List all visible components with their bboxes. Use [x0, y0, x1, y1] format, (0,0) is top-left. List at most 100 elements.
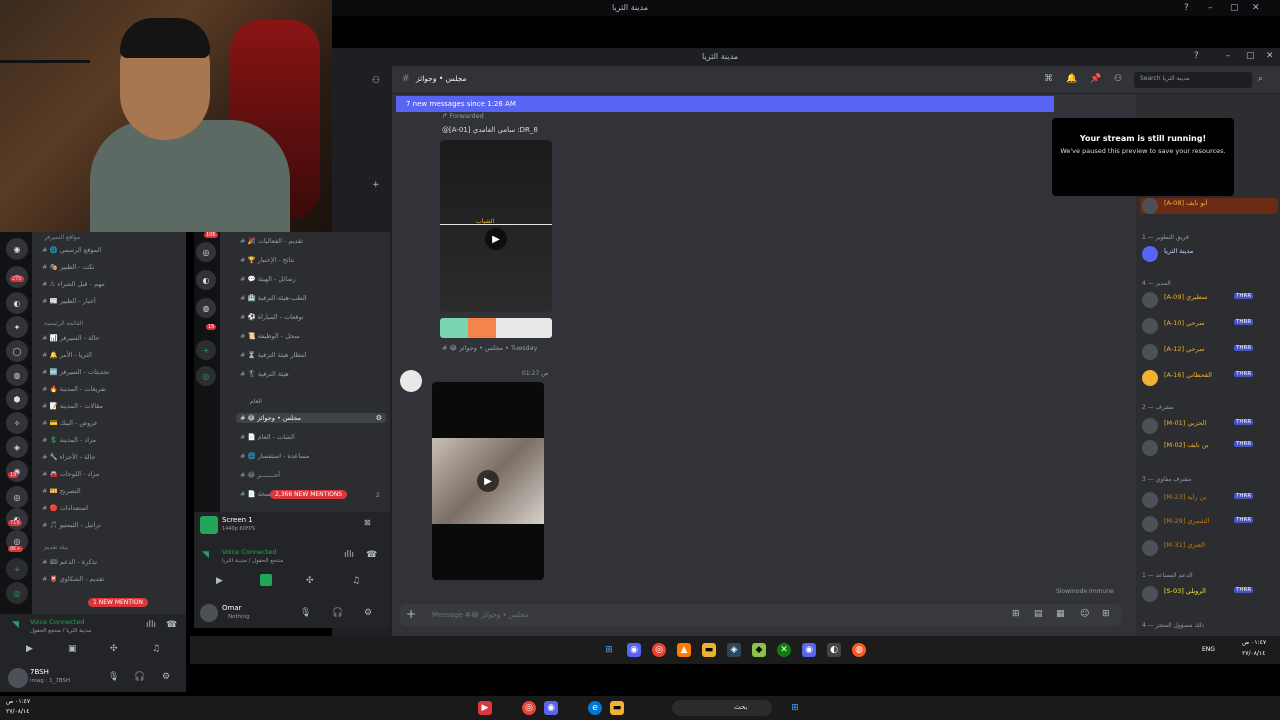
inner-channel-selected[interactable]: # 😂 مجلس • وجوائز ⚙: [236, 413, 386, 423]
folder-icon[interactable]: ▬: [610, 701, 624, 715]
outer-channel-14[interactable]: # 🔴 استعدادات: [42, 504, 172, 512]
message-input[interactable]: + Message #😂 مجلس • وجوائز ⊞ ▤ ▦ ☺ ⊞: [400, 604, 1122, 626]
guild-icon[interactable]: ◯: [6, 340, 28, 362]
outer-new-mention-pill[interactable]: 1 NEW MENTION: [88, 598, 148, 607]
outer-channel-6[interactable]: # 🆕 تحديثات - السيرفر: [42, 368, 172, 376]
play-icon[interactable]: ▶: [477, 470, 499, 492]
outer-channel-2[interactable]: # ⚠ مهم - قبل الشراء: [42, 280, 172, 288]
clock-date[interactable]: ٢٧/٠٨/١٤: [1242, 650, 1265, 657]
plus-icon[interactable]: +: [406, 607, 416, 621]
discord-icon[interactable]: ◉: [544, 701, 558, 715]
inner-voice-status[interactable]: Voice Connected: [222, 548, 276, 556]
avatar[interactable]: [200, 604, 218, 622]
noise-icon[interactable]: ıllı: [344, 550, 354, 560]
inner-channel-lower-1[interactable]: # 📄 الشات - العام: [240, 432, 380, 442]
discord-icon[interactable]: ◉: [802, 643, 816, 657]
apps-icon[interactable]: ⊞: [1102, 609, 1110, 619]
mic-icon[interactable]: 🎙: [108, 672, 119, 682]
discord-icon[interactable]: ◉: [627, 643, 641, 657]
outer-channel-8[interactable]: # 📝 مقالات - المدينة: [42, 402, 172, 410]
add-server-icon[interactable]: +: [196, 340, 216, 360]
member-row[interactable]: [A-12] سرحي THRR: [1140, 344, 1278, 360]
outer-channel-15[interactable]: # 🎵 تراتيل - الثيمتيو: [42, 521, 172, 529]
member-row[interactable]: [M-31] العنزي: [1140, 540, 1278, 556]
folder-icon[interactable]: ▬: [702, 643, 716, 657]
soundboard-icon[interactable]: ♫: [352, 576, 360, 586]
search-input[interactable]: Search مدينة الثريا: [1134, 72, 1252, 88]
app-icon[interactable]: ◆: [752, 643, 766, 657]
gift-icon[interactable]: ⊞: [1012, 609, 1020, 619]
outer-channel-7[interactable]: # 🔥 تفريغات - المدينة: [42, 385, 172, 393]
language-indicator[interactable]: ENG: [1202, 646, 1215, 653]
outer-maximize-icon[interactable]: ▢: [1230, 3, 1239, 13]
guild-icon[interactable]: ◍: [196, 298, 216, 318]
new-messages-bar[interactable]: 7 new messages since 1:26 AM: [396, 96, 1054, 112]
gif-icon[interactable]: ▤: [1034, 609, 1043, 619]
members-icon[interactable]: ⚇: [1114, 74, 1122, 84]
member-row[interactable]: [A-08] أبو نايف: [1140, 198, 1278, 214]
outer-channel-3[interactable]: # 📰 أخبار - الطيير: [42, 297, 172, 305]
hangup-icon[interactable]: ☎: [366, 550, 377, 560]
inner-channel-2[interactable]: # 💬 رسائل - الهيئة: [240, 274, 380, 284]
inner-channel-1[interactable]: # 🏆 نتائج - الإختبار: [240, 255, 380, 265]
outer-clock-date[interactable]: ٢٧/٠٨/١٤: [6, 708, 29, 715]
inner-channel-lower-3[interactable]: # 😂 أحـــــــر: [240, 470, 380, 480]
guild-icon[interactable]: ◐: [196, 270, 216, 290]
member-row[interactable]: [M-01] الحربي THRR: [1140, 418, 1278, 434]
search-icon[interactable]: ⌕: [1258, 74, 1263, 84]
app-icon[interactable]: ▶: [478, 701, 492, 715]
outer-channel-0[interactable]: # 🌐 الموقع الرسمي: [42, 246, 172, 254]
outer-channel-11[interactable]: # 🔧 حالة - الأجزاء: [42, 453, 172, 461]
members-list-icon[interactable]: ⚇: [372, 76, 380, 86]
edge-icon[interactable]: e: [588, 701, 602, 715]
mic-icon[interactable]: 🎙: [300, 608, 311, 618]
sticker-icon[interactable]: ▦: [1056, 609, 1065, 619]
outer-channel-12[interactable]: # 🚘 مزاد - اللوحات: [42, 470, 172, 478]
app-icon[interactable]: ◍: [852, 643, 866, 657]
guild-icon[interactable]: ⬢: [6, 388, 28, 410]
activities-icon[interactable]: ✣: [110, 644, 118, 654]
guild-icon[interactable]: ◐: [6, 508, 28, 530]
inner-channel-0[interactable]: # 🎉 تقديم - الفعاليات: [240, 236, 380, 246]
member-row[interactable]: [S-03] الرويلي THRR: [1140, 586, 1278, 602]
play-icon[interactable]: ▶: [485, 228, 507, 250]
member-row[interactable]: [A-09] سطيري THRR: [1140, 292, 1278, 308]
app-icon[interactable]: ◐: [827, 643, 841, 657]
forwarded-video[interactable]: الشباب ▶: [440, 140, 552, 312]
app-icon[interactable]: ▲: [677, 643, 691, 657]
guild-icon[interactable]: ◉: [6, 460, 28, 482]
outer-channel-5[interactable]: # 🔔 الثريا - الأمر: [42, 351, 172, 359]
windows-start-icon[interactable]: ⊞: [788, 701, 802, 715]
minimize-icon[interactable]: –: [1226, 51, 1231, 61]
threads-icon[interactable]: ⌘: [1044, 74, 1053, 84]
video-attachment[interactable]: ▶: [432, 382, 544, 580]
xbox-icon[interactable]: ✕: [777, 643, 791, 657]
guild-icon[interactable]: ◐: [6, 292, 28, 314]
help-icon[interactable]: ?: [1194, 51, 1199, 61]
guild-icon[interactable]: ◉: [6, 238, 28, 260]
settings-icon[interactable]: ⚙: [376, 413, 382, 423]
pin-icon[interactable]: 📌: [1090, 74, 1101, 84]
noise-icon[interactable]: ıllı: [146, 620, 156, 630]
bell-icon[interactable]: 🔔: [1066, 74, 1077, 84]
avatar[interactable]: [400, 370, 422, 392]
emoji-icon[interactable]: ☺: [1080, 609, 1089, 619]
activities-icon[interactable]: ✣: [306, 576, 314, 586]
chrome-icon[interactable]: ◎: [652, 643, 666, 657]
outer-category-mid[interactable]: القائمة الرئيسية: [44, 320, 83, 327]
clock-time[interactable]: ٠١:٤٧ ص: [1242, 639, 1266, 646]
outer-close-icon[interactable]: ✕: [1252, 3, 1260, 13]
member-row[interactable]: مدينة الثريا: [1140, 246, 1278, 262]
screen-share-icon[interactable]: [260, 574, 272, 586]
inner-channel-7[interactable]: # 🎖 هيئة الترقية: [240, 369, 380, 379]
inner-channel-5[interactable]: # 📜 سجل - الوظيفة: [240, 331, 380, 341]
stop-stream-icon[interactable]: ⊠: [364, 518, 371, 527]
guild-icon[interactable]: ✧: [6, 412, 28, 434]
member-row[interactable]: [M-23] بن رايه THRR: [1140, 492, 1278, 508]
add-server-icon[interactable]: +: [6, 558, 28, 580]
plus-icon[interactable]: +: [372, 180, 380, 190]
close-icon[interactable]: ✕: [1266, 51, 1274, 61]
hangup-icon[interactable]: ☎: [166, 620, 177, 630]
outer-channel-1[interactable]: # 🎭 نكت - الطيير: [42, 263, 172, 271]
steam-icon[interactable]: ◈: [727, 643, 741, 657]
